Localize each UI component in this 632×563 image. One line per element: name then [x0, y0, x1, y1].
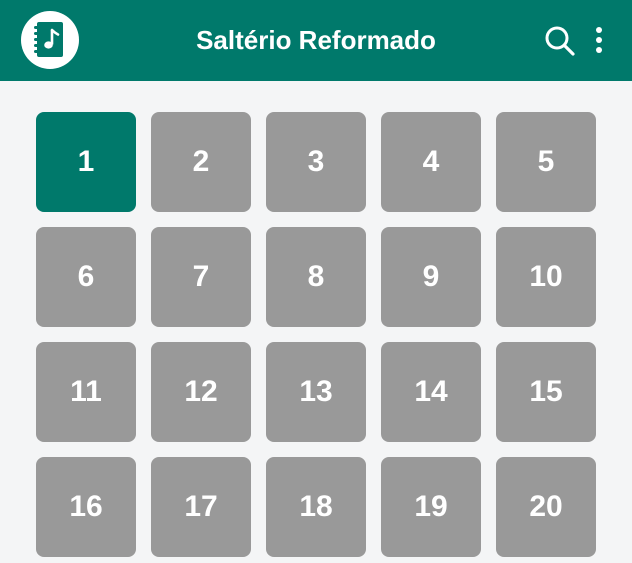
psalm-tile-5[interactable]: 5 — [496, 112, 596, 212]
psalm-tile-2[interactable]: 2 — [151, 112, 251, 212]
psalm-tile-14[interactable]: 14 — [381, 342, 481, 442]
more-options-button[interactable] — [578, 20, 618, 60]
search-icon — [545, 26, 575, 56]
psalm-tile-7[interactable]: 7 — [151, 227, 251, 327]
psalm-tile-4[interactable]: 4 — [381, 112, 481, 212]
psalm-tile-15[interactable]: 15 — [496, 342, 596, 442]
psalm-tile-18[interactable]: 18 — [266, 457, 366, 557]
psalm-tile-13[interactable]: 13 — [266, 342, 366, 442]
psalm-tile-19[interactable]: 19 — [381, 457, 481, 557]
psalm-tile-9[interactable]: 9 — [381, 227, 481, 327]
psalm-tile-3[interactable]: 3 — [266, 112, 366, 212]
psalm-tile-8[interactable]: 8 — [266, 227, 366, 327]
page-title: Saltério Reformado — [196, 25, 436, 55]
psalm-tile-12[interactable]: 12 — [151, 342, 251, 442]
more-vertical-icon — [596, 27, 602, 53]
psalm-tile-20[interactable]: 20 — [496, 457, 596, 557]
psalm-tile-11[interactable]: 11 — [36, 342, 136, 442]
psalm-tile-17[interactable]: 17 — [151, 457, 251, 557]
psalm-tile-1[interactable]: 1 — [36, 112, 136, 212]
psalm-grid: 1 2 3 4 5 6 7 8 9 10 11 12 13 14 15 16 17 18 19 20 — [36, 112, 596, 557]
psalm-tile-16[interactable]: 16 — [36, 457, 136, 557]
music-book-icon — [34, 22, 63, 57]
app-bar: Saltério Reformado — [0, 0, 632, 81]
app-logo — [21, 11, 79, 69]
search-button[interactable] — [539, 20, 579, 60]
psalm-tile-6[interactable]: 6 — [36, 227, 136, 327]
psalm-tile-10[interactable]: 10 — [496, 227, 596, 327]
